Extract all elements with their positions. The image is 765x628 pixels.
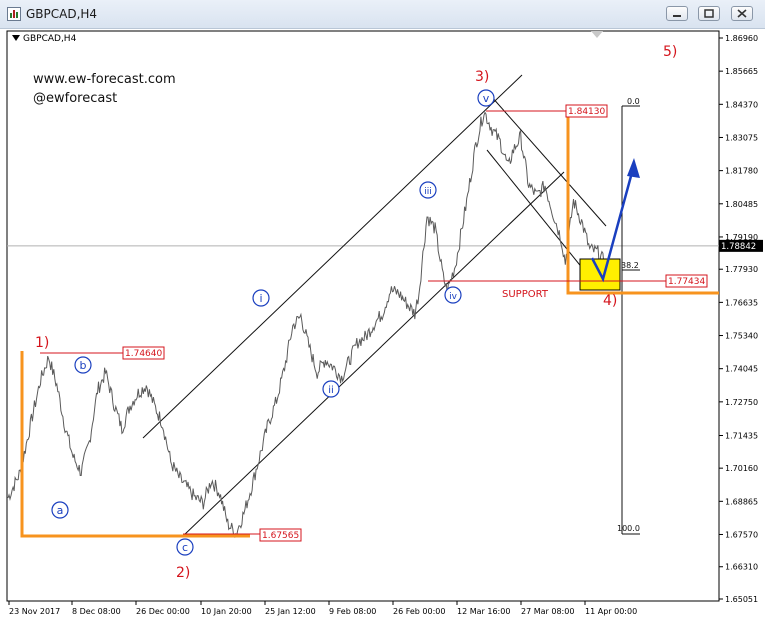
x-tick-label: 10 Jan 20:00 <box>201 607 252 616</box>
circled-label-i: i <box>252 289 270 307</box>
x-tick-label: 27 Mar 08:00 <box>521 607 574 616</box>
minimize-icon <box>673 15 681 17</box>
y-tick-label: 1.81780 <box>725 167 758 176</box>
circled-label-b: b <box>74 356 92 374</box>
y-tick-label: 1.66310 <box>725 563 758 572</box>
circled-label-a: a <box>51 501 69 519</box>
x-tick-label: 11 Apr 00:00 <box>585 607 637 616</box>
x-tick-label: 25 Jan 12:00 <box>265 607 316 616</box>
circled-label-iii: iii <box>419 181 437 199</box>
current-price-tag: 1.78842 <box>721 242 756 252</box>
window-title: GBPCAD,H4 <box>26 7 98 21</box>
watermark-handle: @ewforecast <box>33 91 117 106</box>
y-tick-label: 1.83075 <box>725 133 758 142</box>
close-button[interactable] <box>731 6 753 21</box>
circled-label-ii: ii <box>322 380 340 398</box>
fib-label-38: 38.2 <box>621 261 639 270</box>
title-bar: GBPCAD,H4 <box>0 0 765 29</box>
y-tick-label: 1.68865 <box>725 497 758 506</box>
plot-frame <box>6 30 720 602</box>
circled-label-v: v <box>477 89 495 107</box>
chart-window: GBPCAD,H4 1.65051 1.66310 1.67570 1.68865 1.… <box>0 0 765 628</box>
tag-167565: 1.67565 <box>262 531 299 541</box>
chart-app-icon <box>7 7 21 21</box>
x-axis: 23 Nov 2017 8 Dec 08:00 26 Dec 00:00 10 Jan… <box>8 601 637 616</box>
x-tick-label: 8 Dec 08:00 <box>72 607 121 616</box>
circled-label-c: c <box>176 538 194 556</box>
tag-174640: 1.74640 <box>125 349 162 359</box>
svg-text:v: v <box>483 92 490 105</box>
close-icon <box>737 9 747 18</box>
y-tick-label: 1.84370 <box>725 100 758 109</box>
support-label: SUPPORT <box>502 289 549 300</box>
x-tick-label: 23 Nov 2017 <box>9 607 60 616</box>
svg-text:a: a <box>57 504 64 517</box>
x-tick-label: 26 Dec 00:00 <box>136 607 190 616</box>
y-tick-label: 1.85665 <box>725 67 758 76</box>
fib-label-0: 0.0 <box>627 97 640 106</box>
y-tick-label: 1.67570 <box>725 530 758 539</box>
circled-label-iv: iv <box>444 286 462 304</box>
y-tick-label: 1.77930 <box>725 265 758 274</box>
x-tick-label: 26 Feb 00:00 <box>393 607 445 616</box>
y-tick-label: 1.86960 <box>725 34 758 43</box>
y-tick-label: 1.74045 <box>725 365 758 374</box>
y-tick-label: 1.80485 <box>725 200 758 209</box>
x-tick-label: 9 Feb 08:00 <box>329 607 376 616</box>
maximize-button[interactable] <box>698 6 720 21</box>
y-tick-label: 1.71435 <box>725 432 758 441</box>
maximize-icon <box>704 9 714 18</box>
y-tick-label: 1.76635 <box>725 298 758 307</box>
y-tick-label: 1.70160 <box>725 464 758 473</box>
price-chart[interactable]: 1.65051 1.66310 1.67570 1.68865 1.70160 1.714… <box>0 28 765 628</box>
svg-text:ii: ii <box>328 385 334 396</box>
tag-177434: 1.77434 <box>668 277 705 287</box>
svg-text:c: c <box>182 541 188 554</box>
wave-label-2: 2) <box>176 565 190 581</box>
y-tick-label: 1.75340 <box>725 332 758 341</box>
watermark-site: www.ew-forecast.com <box>33 72 176 87</box>
y-tick-label: 1.65051 <box>725 595 758 604</box>
symbol-label: GBPCAD,H4 <box>23 34 77 44</box>
x-tick-label: 12 Mar 16:00 <box>457 607 510 616</box>
wave-label-4: 4) <box>603 293 617 309</box>
svg-text:i: i <box>259 292 262 305</box>
wave-label-5: 5) <box>663 44 677 60</box>
wave-label-3: 3) <box>475 69 489 85</box>
tag-184130: 1.84130 <box>568 107 605 117</box>
svg-text:iii: iii <box>424 187 432 197</box>
svg-text:b: b <box>80 359 87 372</box>
minimize-button[interactable] <box>666 6 688 21</box>
y-axis: 1.65051 1.66310 1.67570 1.68865 1.70160 1.714… <box>719 34 758 604</box>
fib-label-100: 100.0 <box>617 524 640 533</box>
svg-text:iv: iv <box>449 292 458 302</box>
y-tick-label: 1.72750 <box>725 398 758 407</box>
wave-label-1: 1) <box>35 335 49 351</box>
